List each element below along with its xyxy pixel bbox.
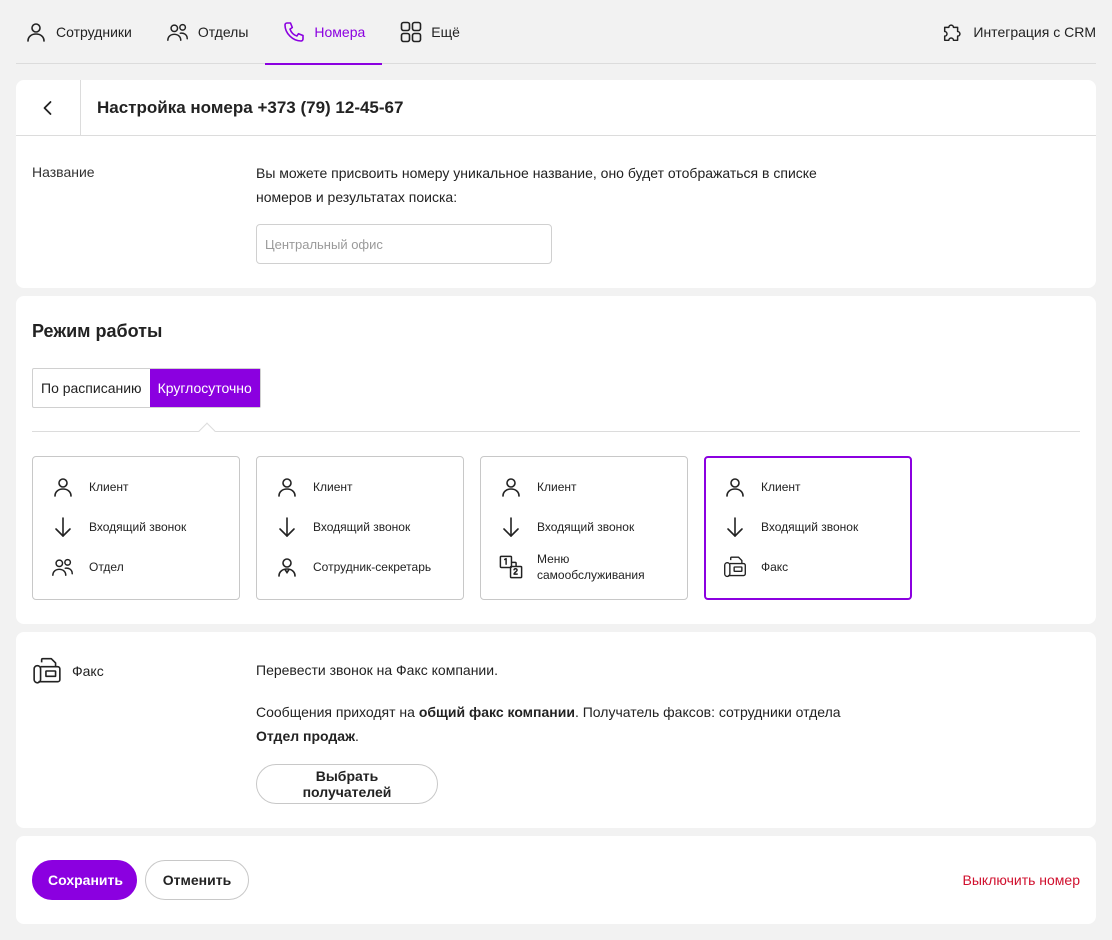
disable-number-link[interactable]: Выключить номер — [963, 872, 1080, 888]
top-nav: Сотрудники Отделы Номера Ещё Интеграция … — [16, 0, 1096, 65]
arrow-down-icon — [55, 517, 71, 537]
scenario-target: Отдел — [51, 555, 124, 579]
chevron-left-icon — [43, 100, 52, 115]
name-field-description: Вы можете присвоить номеру уникальное на… — [256, 165, 817, 205]
scenario-target-label: Факс — [761, 560, 789, 574]
scenario-card-department[interactable]: Клиент Входящий звонок Отдел — [32, 456, 240, 600]
group-icon — [166, 23, 188, 41]
crm-integration-link[interactable]: Интеграция с CRM — [924, 0, 1096, 64]
nav-tab-label: Отделы — [197, 23, 249, 40]
save-button[interactable]: Сохранить — [32, 860, 137, 900]
fax-info-text: Сообщения приходят на — [256, 704, 419, 720]
group-icon — [52, 558, 73, 577]
grid-icon — [400, 21, 422, 42]
scenario-target-label: Меню самообслуживания — [537, 552, 645, 582]
fax-section-label: Факс — [32, 656, 104, 686]
person-icon — [726, 478, 744, 497]
nav-tab-label: Ещё — [431, 23, 460, 40]
actions-card: Сохранить Отменить Выключить номер — [16, 836, 1096, 924]
tab-schedule[interactable]: По расписанию — [33, 369, 150, 407]
fax-icon — [724, 556, 746, 578]
scenario-target: Меню самообслуживания — [499, 551, 652, 583]
work-mode-card: Режим работы По расписанию Круглосуточно… — [16, 296, 1096, 624]
arrow-down-icon — [279, 517, 295, 537]
scenario-call-label: Входящий звонок — [537, 520, 635, 534]
nav-tab-label: Сотрудники — [56, 23, 132, 40]
scenario-target: Сотрудник-секретарь — [275, 555, 431, 579]
scenario-client-label: Клиент — [313, 480, 353, 494]
person-icon — [54, 478, 72, 497]
scenario-call: Входящий звонок — [723, 515, 858, 539]
scenario-card-ivr[interactable]: Клиент Входящий звонок Меню самообслужив… — [480, 456, 688, 600]
page-title: Настройка номера +373 (79) 12-45-67 — [97, 97, 404, 117]
scenario-call-label: Входящий звонок — [89, 520, 187, 534]
fax-recipients-info: Сообщения приходят на общий факс компани… — [256, 700, 856, 748]
nav-tab-departments[interactable]: Отделы — [149, 0, 266, 64]
scenario-card-fax[interactable]: Клиент Входящий звонок Факс — [704, 456, 912, 600]
crm-integration-label: Интеграция с CRM — [973, 23, 1096, 40]
mode-divider-notch — [198, 422, 216, 440]
select-recipients-button[interactable]: Выбрать получателей — [256, 764, 438, 804]
scenario-call-label: Входящий звонок — [313, 520, 411, 534]
arrow-down-icon — [727, 517, 743, 537]
name-field-label: Название — [32, 164, 95, 180]
scenario-call-label: Входящий звонок — [761, 520, 859, 534]
phone-icon — [284, 21, 305, 42]
fax-info-bold: общий факс компании — [418, 704, 575, 720]
cancel-button[interactable]: Отменить — [145, 860, 249, 900]
person-icon — [27, 22, 45, 42]
scenario-call: Входящий звонок — [499, 515, 634, 539]
person-icon — [502, 478, 520, 497]
header-row: Настройка номера +373 (79) 12-45-67 — [16, 79, 1096, 136]
scenario-client: Клиент — [275, 475, 353, 499]
name-field-row: Название Вы можете присвоить номеру уник… — [16, 136, 1096, 288]
fax-info-text: . — [355, 728, 359, 744]
puzzle-icon — [944, 23, 962, 41]
work-mode-title: Режим работы — [32, 321, 163, 341]
nav-tab-label: Номера — [314, 23, 366, 40]
tab-round-the-clock[interactable]: Круглосуточно — [149, 369, 260, 407]
fax-info-text: . Получатель факсов: сотрудники отдела — [574, 704, 841, 720]
nav-tab-more[interactable]: Ещё — [382, 0, 477, 64]
scenario-target: Факс — [723, 555, 788, 579]
fax-info-department: Отдел продаж — [256, 728, 355, 744]
scenario-target-label: Отдел — [89, 560, 124, 574]
fax-settings-card: Факс Перевести звонок на Факс компании. … — [16, 632, 1096, 828]
arrow-down-icon — [503, 517, 519, 537]
scenario-client: Клиент — [51, 475, 129, 499]
work-mode-switch: По расписанию Круглосуточно — [32, 368, 261, 408]
fax-description: Перевести звонок на Факс компании. — [256, 662, 498, 678]
number-settings-card: Настройка номера +373 (79) 12-45-67 Назв… — [16, 79, 1096, 288]
scenario-call: Входящий звонок — [51, 515, 186, 539]
scenario-client-label: Клиент — [537, 480, 577, 494]
nav-tab-numbers[interactable]: Номера — [265, 0, 383, 65]
scenario-call: Входящий звонок — [275, 515, 410, 539]
scenario-card-secretary[interactable]: Клиент Входящий звонок Сотрудник-секрета… — [256, 456, 464, 600]
secretary-icon — [278, 558, 296, 577]
person-icon — [278, 478, 296, 497]
fax-section-title: Факс — [72, 663, 104, 679]
scenario-client-label: Клиент — [761, 480, 801, 494]
scenario-client: Клиент — [723, 475, 801, 499]
back-button[interactable] — [16, 79, 81, 136]
fax-icon — [33, 657, 61, 684]
mode-divider — [32, 431, 1080, 432]
scenario-client-label: Клиент — [89, 480, 129, 494]
ivr-menu-icon — [499, 555, 523, 579]
nav-tab-employees[interactable]: Сотрудники — [16, 0, 149, 64]
scenario-client: Клиент — [499, 475, 577, 499]
scenario-target-label: Сотрудник-секретарь — [313, 560, 432, 574]
name-input[interactable] — [256, 224, 552, 264]
